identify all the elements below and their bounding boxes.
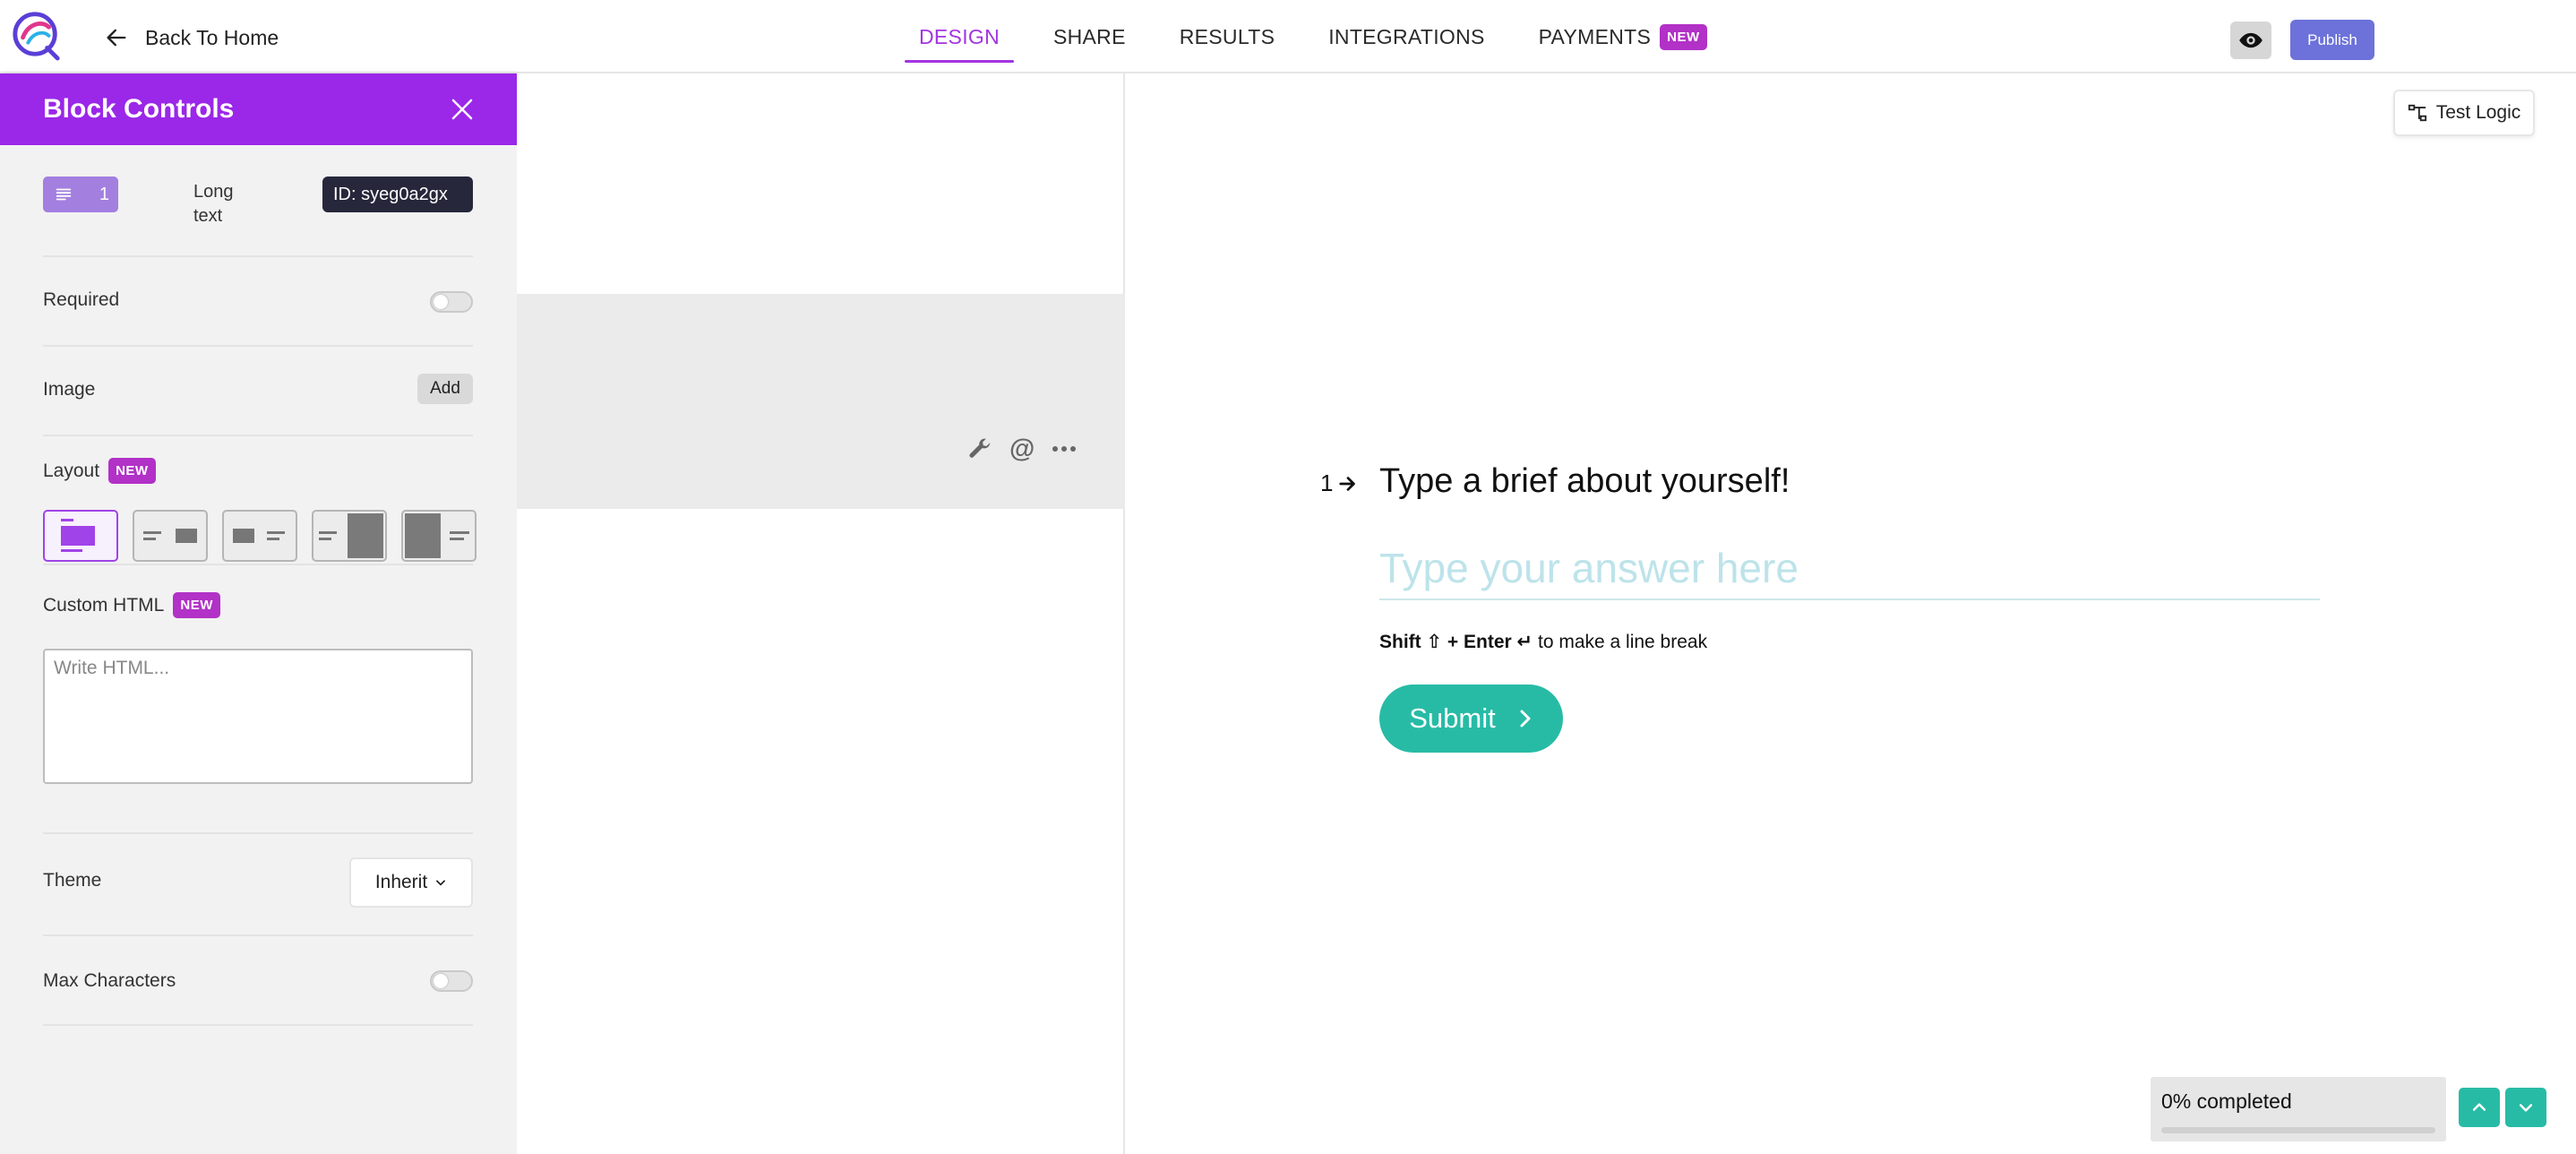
layout-option-image-left[interactable] [222,510,297,562]
builder-canvas: @ [517,73,1125,1154]
layout-option-image-right[interactable] [133,510,208,562]
layout-row: Layout NEW [43,436,477,565]
max-characters-toggle[interactable] [430,970,473,992]
max-characters-label: Max Characters [43,970,176,991]
required-label: Required [43,289,120,310]
arrow-right-icon [1339,476,1356,491]
test-logic-label: Test Logic [2435,102,2521,123]
back-to-home-label: Back To Home [145,25,279,49]
block-controls-panel: Block Controls 1 Long text ID: syeg0a2gx… [0,73,517,1154]
theme-value: Inherit [374,872,428,892]
close-icon [451,99,473,120]
publish-button[interactable]: Publish [2290,20,2374,60]
tab-integrations-label: INTEGRATIONS [1328,24,1485,48]
block-number: 1 [99,184,109,204]
logic-flow-icon [2408,104,2426,122]
close-panel-button[interactable] [449,96,476,123]
tab-payments[interactable]: PAYMENTS NEW [1524,0,1722,73]
long-text-lines-icon [56,188,72,201]
tab-results-label: RESULTS [1179,24,1275,48]
layout-split-right-icon [319,513,383,558]
chevron-down-icon [436,880,446,886]
line-break-hint-keys: Shift ⇧ + Enter ↵ [1379,632,1533,652]
custom-html-row: Custom HTML NEW [43,565,473,834]
arrow-left-icon [107,29,126,47]
layout-option-split-right[interactable] [312,510,387,562]
required-row: Required [43,257,473,347]
max-characters-row: Max Characters [43,936,473,1026]
custom-html-label: Custom HTML [43,594,165,616]
main-nav: DESIGN SHARE RESULTS INTEGRATIONS PAYMEN… [905,0,1747,73]
layout-option-stack[interactable] [43,510,118,562]
layout-split-left-icon [405,513,469,558]
tab-results[interactable]: RESULTS [1165,0,1289,73]
more-horizontal-icon[interactable] [1051,435,1078,462]
answer-input[interactable] [1379,538,2320,600]
preview-button[interactable] [2230,22,2271,59]
image-label: Image [43,379,96,400]
tab-design[interactable]: DESIGN [905,0,1014,73]
tab-share-label: SHARE [1052,24,1126,48]
add-image-button[interactable]: Add [417,374,473,404]
block-type-chip[interactable]: 1 [43,177,118,212]
layout-image-right-icon [143,529,197,543]
layout-stack-icon [61,519,95,552]
line-break-hint-text: to make a line break [1537,632,1708,652]
at-icon[interactable]: @ [1009,435,1035,462]
progress-label: 0% completed [2161,1089,2292,1113]
progress-track [2161,1127,2435,1133]
block-type-row: 1 Long text ID: syeg0a2gx [43,177,473,257]
panel-title: Block Controls [43,94,235,124]
theme-select[interactable]: Inherit [349,857,473,908]
payments-new-badge: NEW [1660,23,1707,50]
tab-share[interactable]: SHARE [1039,0,1140,73]
custom-html-new-badge: NEW [173,592,220,618]
block-id-chip[interactable]: ID: syeg0a2gx [322,177,473,212]
theme-row: Theme Inherit [43,834,473,936]
block-toolbar: @ [966,435,1078,462]
question-number-value: 1 [1320,469,1334,496]
question-number: 1 [1320,469,1358,497]
image-row: Image Add [43,347,473,436]
chevron-right-icon [1520,710,1531,728]
selected-block[interactable]: @ [517,294,1125,509]
layout-options [43,510,477,562]
form-preview: Test Logic 1 Type a brief about yourself… [1127,75,2576,1154]
layout-option-split-left[interactable] [401,510,477,562]
tab-integrations[interactable]: INTEGRATIONS [1314,0,1498,73]
layout-new-badge: NEW [108,458,156,484]
progress-indicator: 0% completed [2151,1077,2446,1141]
required-toggle[interactable] [430,291,473,313]
line-break-hint: Shift ⇧ + Enter ↵ to make a line break [1379,631,1707,653]
previous-question-button[interactable] [2459,1088,2500,1127]
tab-design-label: DESIGN [919,24,1000,48]
chevron-up-icon [2472,1103,2486,1111]
submit-label: Submit [1409,702,1496,734]
top-bar: Back To Home DESIGN SHARE RESULTS INTEGR… [0,0,2576,73]
layout-label-wrap: Layout NEW [43,458,156,484]
next-question-button[interactable] [2505,1088,2546,1127]
test-logic-button[interactable]: Test Logic [2393,90,2535,136]
eye-icon [2239,32,2263,48]
wrench-icon[interactable] [966,435,993,462]
custom-html-input[interactable] [43,649,473,784]
layout-image-left-icon [233,529,285,543]
brand-logo-icon[interactable] [11,7,63,61]
submit-button[interactable]: Submit [1379,685,1563,753]
layout-label: Layout [43,460,100,481]
back-to-home-link[interactable]: Back To Home [104,20,279,56]
panel-header: Block Controls [0,73,517,145]
custom-html-label-wrap: Custom HTML NEW [43,592,220,618]
theme-label: Theme [43,870,102,891]
question-title: Type a brief about yourself! [1379,462,1790,500]
tab-payments-label: PAYMENTS [1538,24,1652,48]
chevron-down-icon [2519,1104,2533,1112]
block-type-label: Long text [193,182,234,226]
